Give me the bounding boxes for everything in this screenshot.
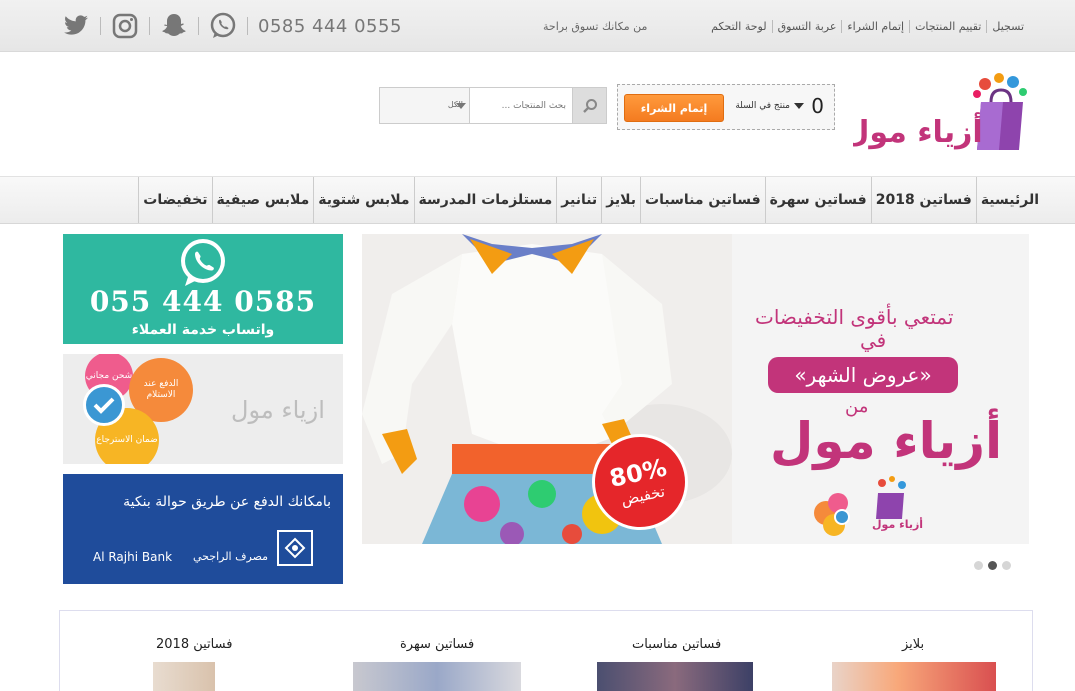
link-dashboard[interactable]: لوحة التحكم: [706, 20, 771, 33]
nav-item-dresses-2018[interactable]: فساتين 2018: [870, 177, 976, 223]
svg-text:أزياء مول: أزياء مول: [853, 112, 983, 150]
whatsapp-label: واتساب خدمة العملاء: [131, 322, 275, 338]
whatsapp-phone: 055 444 0585: [89, 285, 317, 318]
bank-transfer-banner[interactable]: بامكانك الدفع عن طريق حوالة بنكية Al Raj…: [63, 474, 343, 584]
slide-offer-badge: «عروض الشهر»: [768, 357, 958, 393]
whatsapp-banner[interactable]: 055 444 0585 واتساب خدمة العملاء: [63, 234, 343, 344]
slide-brand: أزياء مول: [770, 412, 1003, 470]
category-title[interactable]: فساتين سهرة: [400, 637, 474, 652]
slide-headline: تمتعي بأقوى التخفيضات: [755, 305, 954, 329]
nav-item-winter-clothes[interactable]: ملابس شتوية: [313, 177, 413, 223]
category-title[interactable]: فساتين مناسبات: [632, 637, 721, 652]
category-thumbnail[interactable]: [153, 662, 215, 691]
nav-item-school-supplies[interactable]: مستلزمات المدرسة: [413, 177, 557, 223]
category-thumbnail[interactable]: [353, 662, 521, 691]
divider: [149, 17, 150, 35]
divider: [247, 17, 248, 35]
link-shopping-cart[interactable]: عربة التسوق: [771, 20, 842, 33]
site-tagline: من مكانك تسوق براحة: [543, 20, 648, 33]
whatsapp-logo-icon: [181, 239, 225, 286]
bank-name-arabic: مصرف الراجحي: [193, 550, 269, 563]
category-title[interactable]: فساتين 2018: [156, 637, 232, 652]
instagram-icon[interactable]: [111, 12, 139, 40]
twitter-icon[interactable]: [62, 12, 90, 40]
whatsapp-icon[interactable]: [209, 12, 237, 40]
slider-dot-active[interactable]: [988, 561, 997, 570]
divider: [198, 17, 199, 35]
divider: [100, 17, 101, 35]
category-thumbnail[interactable]: [597, 662, 753, 691]
features-banner[interactable]: شحن مجاني الدفع عند الاستلام ضمان الاستر…: [63, 354, 343, 464]
slide-mini-brand: أزياء مول: [872, 518, 924, 531]
slider-dot[interactable]: [1002, 561, 1011, 570]
nav-item-blouses[interactable]: بلايز: [601, 177, 640, 223]
nav-item-occasion-dresses[interactable]: فساتين مناسبات: [640, 177, 765, 223]
cart-count: 0: [811, 94, 824, 118]
nav-item-home[interactable]: الرئيسية: [975, 177, 1043, 223]
search-icon: [582, 98, 597, 113]
slider-dot[interactable]: [974, 561, 983, 570]
nav-item-skirts[interactable]: تنانير: [556, 177, 601, 223]
cart-label: منتج في السلة: [735, 101, 790, 111]
main-navigation: الرئيسية فساتين 2018 فساتين سهرة فساتين …: [0, 176, 1075, 224]
slider-pagination: [974, 561, 1011, 570]
site-logo[interactable]: أزياء مول: [843, 72, 1029, 154]
nav-item-summer-clothes[interactable]: ملابس صيفية: [211, 177, 314, 223]
chevron-down-icon[interactable]: [794, 103, 804, 109]
checkmark-icon: [83, 384, 125, 426]
link-register[interactable]: تسجيل: [986, 20, 1029, 33]
features-brand: ازياء مول: [231, 396, 325, 424]
category-title[interactable]: بلايز: [902, 637, 924, 652]
search-input[interactable]: [472, 88, 572, 123]
chevron-down-icon[interactable]: [456, 103, 466, 109]
bank-logo-icon: [277, 530, 313, 566]
slide-text-in: في: [860, 328, 887, 352]
top-bar: 0585 444 0555 من مكانك تسوق براحة تسجيل …: [0, 0, 1075, 52]
checkout-button[interactable]: إتمام الشراء: [624, 94, 724, 122]
snapchat-icon[interactable]: [160, 12, 188, 40]
bank-name-english: Al Rajhi Bank: [93, 550, 173, 564]
link-checkout[interactable]: إتمام الشراء: [841, 20, 909, 33]
category-thumbnail[interactable]: [832, 662, 996, 691]
social-links: 0585 444 0555: [62, 12, 402, 40]
nav-item-evening-dresses[interactable]: فساتين سهرة: [764, 177, 871, 223]
search-bar: الكل: [379, 87, 607, 124]
bank-transfer-text: بامكانك الدفع عن طريق حوالة بنكية: [123, 494, 331, 510]
search-button[interactable]: [572, 88, 606, 123]
top-phone-number[interactable]: 0585 444 0555: [258, 16, 402, 37]
category-showcase: بلايز فساتين مناسبات فساتين سهرة فساتين …: [59, 610, 1033, 691]
mini-cart[interactable]: 0 منتج في السلة إتمام الشراء: [617, 84, 835, 130]
link-product-reviews[interactable]: تقييم المنتجات: [909, 20, 986, 33]
nav-item-sale[interactable]: تخفيضات: [138, 177, 211, 223]
account-links: تسجيل تقييم المنتجات إتمام الشراء عربة ا…: [706, 20, 1029, 33]
